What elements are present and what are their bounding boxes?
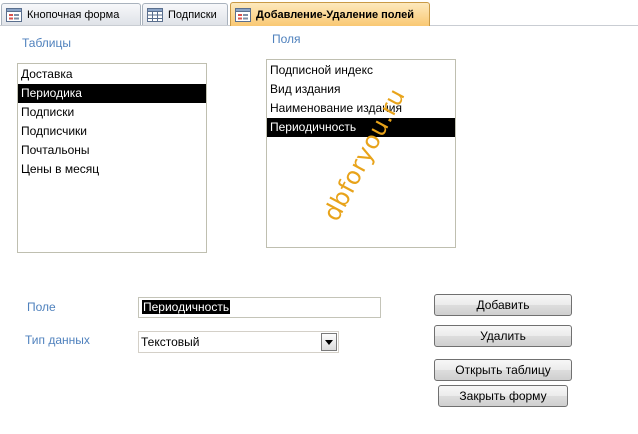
table-list-item[interactable]: Цены в месяц (18, 160, 206, 179)
tab-label: Подписки (168, 8, 217, 21)
table-list-item[interactable]: Подписки (18, 103, 206, 122)
tab-label: Кнопочная форма (27, 8, 120, 21)
tab-podpiski[interactable]: Подписки (142, 3, 228, 25)
dropdown-button[interactable] (321, 333, 337, 351)
form-icon (6, 7, 22, 22)
tables-label: Таблицы (22, 36, 72, 50)
close-form-button[interactable]: Закрыть форму (438, 385, 568, 407)
tables-listbox[interactable]: Доставка Периодика Подписки Подписчики Почта… (17, 63, 207, 253)
datatype-label: Тип данных (25, 333, 90, 347)
table-icon (147, 7, 163, 22)
table-list-item[interactable]: Почтальоны (18, 141, 206, 160)
datatype-combobox[interactable]: Текстовый (138, 331, 339, 353)
tab-label: Добавление-Удаление полей (256, 8, 414, 21)
table-list-item[interactable]: Доставка (18, 65, 206, 84)
fields-label: Поля (272, 32, 301, 46)
field-label: Поле (27, 300, 56, 314)
add-button[interactable]: Добавить (434, 294, 572, 316)
tab-knopochnaya-forma[interactable]: Кнопочная форма (1, 3, 141, 25)
field-name-value: Периодичность (142, 300, 231, 314)
chevron-down-icon (325, 339, 333, 345)
field-list-item[interactable]: Вид издания (267, 80, 455, 99)
table-list-item[interactable]: Подписчики (18, 122, 206, 141)
field-name-input[interactable]: Периодичность (138, 297, 381, 318)
delete-button[interactable]: Удалить (434, 325, 572, 347)
table-list-item[interactable]: Периодика (18, 84, 206, 103)
field-list-item[interactable]: Подписной индекс (267, 61, 455, 80)
datatype-value: Текстовый (141, 335, 200, 349)
document-tab-bar: Кнопочная форма Подписки Добавление-Удал… (0, 0, 638, 26)
field-list-item[interactable]: Наименование издания (267, 99, 455, 118)
tab-dobavlenie-udalenie-poley[interactable]: Добавление-Удаление полей (230, 2, 430, 26)
open-table-button[interactable]: Открыть таблицу (434, 359, 572, 381)
form-icon (235, 7, 251, 22)
